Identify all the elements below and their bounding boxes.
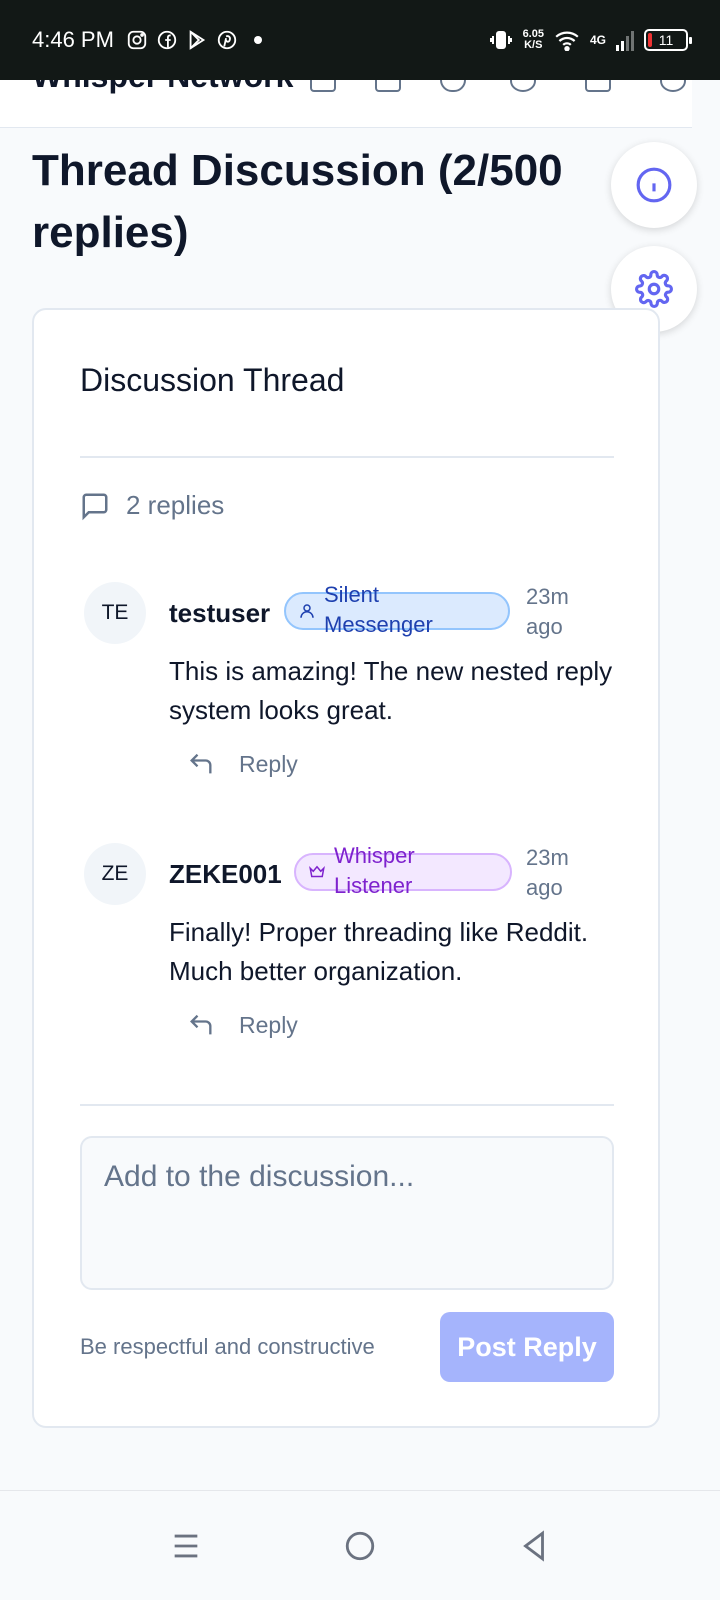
crown-icon [309,865,325,878]
system-navigation-bar [0,1490,720,1600]
reply-arrow-icon [190,753,212,774]
reply-label: Reply [239,750,298,777]
status-bar: 4:46 PM 6.05 K/S 4G 11 [0,0,720,80]
divider [80,1104,614,1106]
rank-badge-label: Silent Messenger [324,582,433,637]
divider [80,456,614,458]
net-speed: 6.05 K/S [523,29,544,51]
top-navigation: Whisper Network [0,80,692,128]
notification-icons [126,29,262,51]
avatar[interactable]: ZE [84,843,146,905]
user-icon [300,604,314,618]
wifi-icon [555,31,579,51]
info-button[interactable] [611,142,697,228]
battery-level: 11 [658,32,674,48]
username[interactable]: testuser [169,598,270,629]
instagram-icon [127,30,147,50]
menu-icon[interactable] [169,1529,203,1563]
rank-badge-label: Whisper Listener [334,843,415,898]
replies-count: 2 replies [80,490,224,521]
reply-arrow-icon [190,1014,212,1035]
more-notifications-dot [253,36,262,44]
page-title: Thread Discussion (2/500 replies) [32,146,563,257]
avatar[interactable]: TE [84,582,146,644]
vibrate-icon [489,31,512,49]
chart-icon[interactable] [375,80,401,92]
user-menu-icon[interactable] [660,80,686,92]
comment-body: This is amazing! The new nested reply sy… [169,656,613,725]
pinterest-icon [217,30,237,50]
info-icon [636,167,672,203]
replies-count-label: 2 replies [126,490,225,520]
status-time: 4:46 PM [32,27,114,52]
home-icon[interactable] [343,1529,377,1563]
card-title: Discussion Thread [80,362,345,398]
signal-icon [616,31,634,51]
network-type: 4G [589,33,606,47]
rank-badge: Whisper Listener [294,843,512,898]
bell-icon[interactable] [585,80,611,92]
rank-badge: Silent Messenger [284,582,510,637]
facebook-icon [157,30,177,50]
reply-button[interactable]: Reply [187,1011,298,1039]
play-store-icon [189,30,206,50]
comment-body: Finally! Proper threading like Reddit. M… [169,917,589,986]
posting-hint: Be respectful and constructive [80,1334,375,1359]
shield-icon[interactable] [440,80,466,92]
brand-name[interactable]: Whisper Network [32,80,293,95]
reply-label: Reply [239,1011,298,1038]
battery-indicator: 11 [644,29,692,51]
discussion-card: Discussion Thread 2 replies TE testuser … [32,308,660,1428]
search-icon[interactable] [510,80,536,92]
username[interactable]: ZEKE001 [169,859,282,890]
gear-icon [635,270,673,308]
message-square-icon [82,493,108,520]
status-right: 6.05 K/S 4G 11 [489,28,692,52]
post-reply-button[interactable]: Post Reply [440,1312,614,1382]
timestamp: 23m ago [526,845,569,900]
back-icon[interactable] [517,1529,551,1563]
grid-icon[interactable] [310,80,336,92]
reply-input[interactable] [80,1136,614,1290]
net-speed-unit: K/S [524,39,543,51]
timestamp: 23m ago [526,584,569,639]
reply-button[interactable]: Reply [187,750,298,778]
